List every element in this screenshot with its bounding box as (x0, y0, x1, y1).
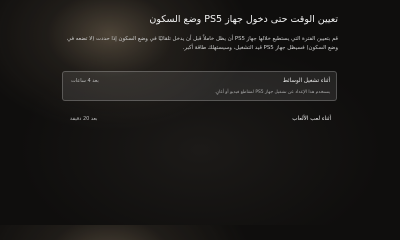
option-while-playing-games[interactable]: أثناء لعب الألعاب بعد 20 دقيقة (62, 110, 337, 128)
option-during-media-playback[interactable]: أثناء تشغيل الوسائط بعد 4 ساعات يستخدم ه… (62, 71, 337, 101)
option-description: يستخدم هذا الإعداد عن تشغيل جهاز PS5 لمق… (214, 90, 330, 95)
option-label: أثناء تشغيل الوسائط (282, 78, 330, 84)
page-description: قم بتعيين الفترة التي يستطيع خلالها جهاز… (66, 36, 338, 51)
page-title: تعيين الوقت حتى دخول جهاز PS5 وضع السكون (149, 14, 338, 25)
option-value: بعد 4 ساعات (71, 78, 99, 84)
option-label: أثناء لعب الألعاب (292, 116, 331, 122)
rest-mode-settings-screen: تعيين الوقت حتى دخول جهاز PS5 وضع السكون… (0, 0, 400, 225)
option-value: بعد 20 دقيقة (70, 116, 98, 122)
